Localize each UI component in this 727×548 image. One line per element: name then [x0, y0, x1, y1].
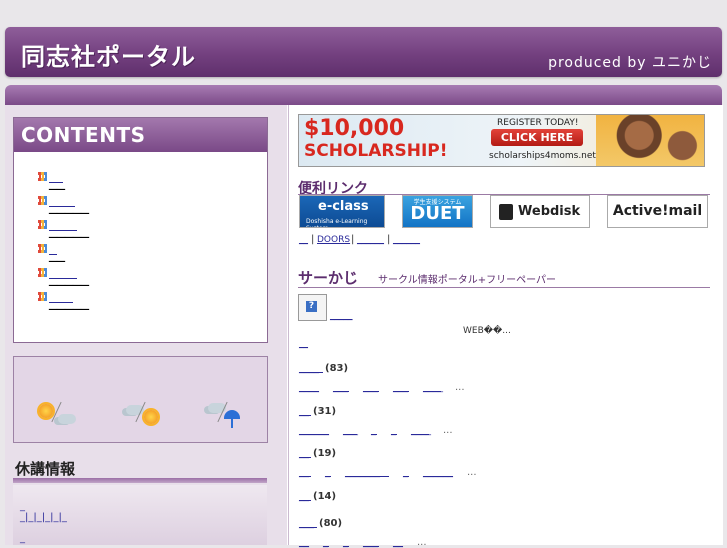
subcategory-link[interactable]: ____ [299, 382, 319, 393]
subcategory-link[interactable]: ____ [423, 382, 443, 393]
contents-item[interactable]: _____ [38, 286, 267, 310]
grid-icon [38, 244, 47, 253]
weather-panel [13, 356, 268, 443]
category-count: (14) [313, 491, 337, 502]
contents-link[interactable]: _____ [49, 219, 89, 238]
producer-credit: produced by ユニかじ [548, 55, 712, 71]
ad-register-text: REGISTER TODAY! [497, 118, 579, 128]
kyuko-title: 休講情報 [15, 460, 76, 478]
subcategory-link[interactable]: ______ [423, 467, 453, 478]
subcategory-link[interactable]: ___ [393, 382, 409, 393]
category-link[interactable]: __ [299, 406, 311, 417]
nav-link[interactable]: __ [299, 235, 308, 245]
contents-link[interactable]: _____ [49, 291, 89, 310]
contents-link[interactable]: _____ [49, 195, 89, 214]
contents-link[interactable]: _____ [49, 267, 89, 286]
subcategory-link[interactable]: ______ [299, 425, 329, 436]
subcategory-link[interactable]: __ [299, 467, 311, 478]
circle-section-title: サーかじ [298, 269, 359, 287]
subcategory-link[interactable]: _ [403, 467, 409, 478]
webdisk-logo-link[interactable]: Webdisk [490, 195, 590, 228]
category-link[interactable]: __ [299, 491, 311, 502]
category-count: (83) [325, 363, 349, 374]
category-count: (19) [313, 448, 337, 459]
grid-icon [38, 292, 47, 301]
ad-amount: $10,000 [304, 116, 405, 141]
ad-click-button[interactable]: CLICK HERE [491, 129, 583, 146]
category-count: (31) [313, 406, 337, 417]
circle-link[interactable]: __ [299, 339, 308, 349]
subcategory-link[interactable]: __ [393, 537, 403, 548]
kyuko-link[interactable]: _ [20, 533, 25, 544]
weather-cloudy-then-sunny [120, 401, 158, 427]
subcategory-link[interactable]: _______ [345, 467, 389, 478]
subcategory-link[interactable]: _ [391, 425, 397, 436]
subcategory-link[interactable]: _ [325, 467, 331, 478]
category-block: __ (19) __ _ _______ _ ______... [299, 448, 477, 478]
subcategory-link[interactable]: ____ [411, 425, 431, 436]
nav-link[interactable]: ______ [357, 235, 384, 245]
activemail-logo-link[interactable]: Active!mail [607, 195, 708, 228]
contents-link[interactable]: __ [49, 243, 65, 262]
right-column [288, 105, 723, 545]
grid-icon [38, 268, 47, 277]
ad-url: scholarships4moms.net [489, 151, 596, 161]
category-block: __ (14) [299, 491, 336, 502]
sun-icon [144, 410, 158, 424]
scholarship-ad-banner[interactable]: $10,000 SCHOLARSHIP! REGISTER TODAY! CLI… [298, 114, 705, 167]
umbrella-icon [224, 410, 240, 428]
contents-link[interactable]: __ [49, 171, 65, 190]
site-title[interactable]: 同志社ポータル [21, 37, 196, 72]
contents-item[interactable]: _____ [38, 214, 267, 238]
circle-section-subtitle: サークル情報ポータル+フリーペーパー [378, 275, 556, 286]
contents-item[interactable]: _____ [38, 190, 267, 214]
circle-link[interactable]: _____ [330, 311, 353, 321]
category-link[interactable]: ___ [299, 518, 317, 529]
contents-title: CONTENTS [14, 118, 267, 152]
category-count: (80) [319, 518, 343, 529]
contents-item[interactable]: __ [38, 166, 267, 190]
weather-cloudy-then-rain [202, 401, 240, 428]
ad-photo [596, 115, 704, 166]
eclass-logo-link[interactable]: e-class Doshisha e-Learning System [299, 195, 385, 228]
ad-headline: SCHOLARSHIP! [304, 141, 448, 161]
subcategory-link[interactable]: __ [299, 537, 309, 548]
sun-icon [39, 404, 53, 418]
help-box[interactable]: ? [298, 294, 327, 321]
site-header: 同志社ポータル produced by ユニかじ [5, 27, 722, 77]
category-block: ___ (80) __ _ _ ___ __... [299, 518, 427, 548]
header-band [5, 85, 722, 105]
contents-item[interactable]: __ [38, 238, 267, 262]
subcategory-link[interactable]: ___ [343, 425, 358, 436]
subcategory-link[interactable]: ___ [333, 382, 349, 393]
kyuko-divider [13, 478, 267, 483]
weather-sunny-then-cloudy [36, 401, 76, 427]
disk-icon [499, 204, 513, 220]
category-link[interactable]: ____ [299, 363, 323, 374]
kyuko-panel: _ _|_|_|_|_|_ _ [13, 485, 267, 545]
contents-item[interactable]: _____ [38, 262, 267, 286]
kyuko-link[interactable]: _ [20, 501, 25, 512]
grid-icon [38, 220, 47, 229]
subcategory-link[interactable]: ___ [363, 537, 379, 548]
duet-logo-link[interactable]: 学生支援システム DUET [402, 195, 473, 228]
cloud-icon [58, 414, 76, 424]
category-block: __ (31) ______ ___ _ _ ____... [299, 406, 453, 436]
contents-list: __ _____ _____ __ _____ _____ [14, 166, 267, 310]
grid-icon [38, 172, 47, 181]
subcategory-link[interactable]: _ [343, 537, 349, 548]
contents-panel: CONTENTS __ _____ _____ __ _____ _____ [13, 117, 268, 343]
section-divider [298, 287, 710, 288]
subcategory-link[interactable]: _ [371, 425, 377, 436]
category-block: ____ (83) ____ ___ ___ ___ ____... [299, 363, 465, 393]
help-icon: ? [306, 301, 317, 312]
nav-link[interactable]: ______ [393, 235, 420, 245]
web-text: WEB��... [463, 326, 511, 336]
subcategory-link[interactable]: _ [323, 537, 329, 548]
grid-icon [38, 196, 47, 205]
kyuko-links[interactable]: _|_|_|_|_|_ [20, 512, 67, 523]
category-link[interactable]: __ [299, 448, 311, 459]
subcategory-link[interactable]: ___ [363, 382, 379, 393]
doors-link[interactable]: DOORS [317, 235, 350, 245]
